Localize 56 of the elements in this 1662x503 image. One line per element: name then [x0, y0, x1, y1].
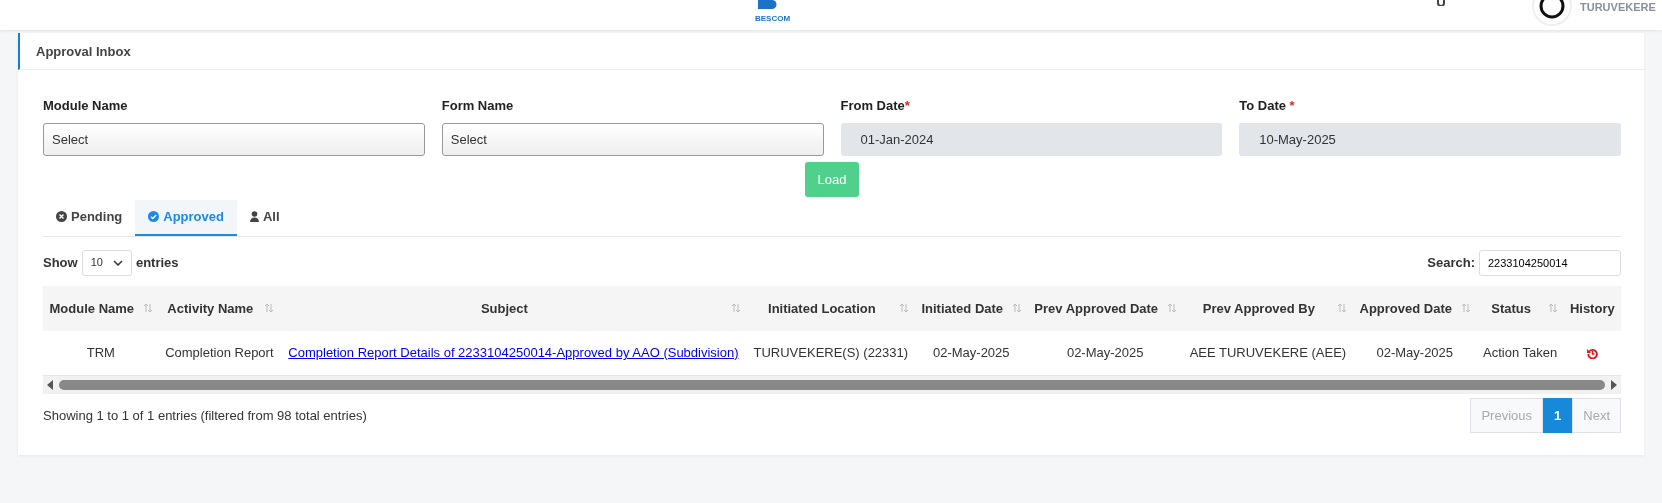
field-label: From Date*: [840, 97, 910, 115]
logo-text: BESCOM: [755, 15, 791, 23]
tab[interactable]: Pending: [43, 200, 136, 236]
table-info: Showing 1 to 1 of 1 entries (filtered from 98 total entries): [43, 406, 367, 425]
scroll-right-icon[interactable]: [1611, 379, 1617, 390]
column-header[interactable]: Initiated Location: [746, 285, 915, 331]
sort-icon[interactable]: [898, 303, 909, 314]
search-field[interactable]: 2233104250014: [1479, 249, 1621, 276]
column-header[interactable]: Approved Date: [1352, 285, 1477, 331]
check-circle-icon: [148, 211, 160, 223]
history-icon[interactable]: [1586, 348, 1598, 360]
table-cell: TURUVEKERE(S) (22331): [746, 331, 915, 375]
column-header[interactable]: Module Name: [43, 285, 159, 331]
subject-link[interactable]: Completion Report Details of 2233104250014-Approved by AAO (Subdivision): [288, 345, 739, 360]
page-button[interactable]: 1: [1543, 397, 1573, 433]
column-header[interactable]: Prev Approved By: [1182, 285, 1353, 331]
sort-icon[interactable]: [1336, 303, 1347, 314]
table-cell: 02-May-2025: [914, 331, 1028, 375]
entries-select[interactable]: 10: [81, 249, 132, 276]
select-field[interactable]: Select: [43, 122, 425, 156]
column-header[interactable]: Activity Name: [158, 285, 281, 331]
search-label: Search:: [1427, 253, 1475, 272]
sort-icon[interactable]: [1460, 303, 1471, 314]
user-name: TURUVEKERE: [1580, 2, 1656, 13]
sort-icon[interactable]: [1547, 303, 1558, 314]
date-field[interactable]: 01-Jan-2024: [840, 122, 1223, 156]
column-header[interactable]: Prev Approved Date: [1027, 285, 1183, 331]
tab[interactable]: All: [236, 200, 293, 236]
field-label: Form Name: [441, 97, 514, 115]
chevron-down-icon: [112, 259, 123, 266]
show-label: Show: [43, 253, 78, 272]
sort-icon[interactable]: [264, 303, 275, 314]
table-cell: Action Taken: [1476, 331, 1564, 375]
table-cell: 02-May-2025: [1027, 331, 1183, 375]
column-header[interactable]: Initiated Date: [914, 285, 1028, 331]
sort-icon[interactable]: [1166, 303, 1177, 314]
panel-title: Approval Inbox: [36, 44, 131, 59]
table-cell: TRM: [43, 331, 159, 375]
scroll-left-icon[interactable]: [47, 379, 53, 390]
close-circle-icon: [56, 211, 67, 223]
column-header[interactable]: Subject: [280, 285, 747, 331]
user-icon: [249, 211, 259, 223]
column-header[interactable]: Status: [1476, 285, 1564, 331]
sort-icon[interactable]: [142, 303, 153, 314]
sort-icon[interactable]: [730, 303, 741, 314]
column-header[interactable]: History: [1563, 285, 1621, 331]
date-field[interactable]: 10-May-2025: [1239, 122, 1621, 156]
field-label: Module Name: [43, 97, 128, 115]
logo-icon: [758, 0, 777, 9]
table-cell: Completion Report: [158, 331, 281, 375]
select-field[interactable]: Select: [441, 122, 824, 156]
table-cell: AEE TURUVEKERE (AEE): [1182, 331, 1353, 375]
field-label: To Date *: [1239, 97, 1295, 115]
sort-icon[interactable]: [1011, 303, 1022, 314]
table-cell: 02-May-2025: [1352, 331, 1477, 375]
entries-label: entries: [135, 253, 179, 272]
